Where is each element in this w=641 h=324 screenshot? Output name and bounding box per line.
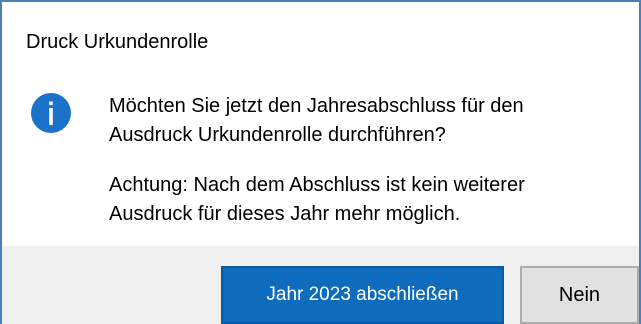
dialog-title: Druck Urkundenrolle [26, 31, 209, 53]
message-line: Ausdruck Urkundenrolle durchführen? [109, 124, 446, 146]
dialog-message: Möchten Sie jetzt den Jahresabschluss fü… [109, 92, 609, 229]
dialog-titlebar: Druck Urkundenrolle [2, 2, 639, 74]
warning-line: Achtung: Nach dem Abschluss ist kein wei… [109, 174, 525, 196]
warning-line: Ausdruck für dieses Jahr mehr möglich. [109, 203, 461, 225]
dialog-button-bar: Jahr 2023 abschließen Nein [2, 246, 639, 324]
dialog-content: Möchten Sie jetzt den Jahresabschluss fü… [2, 74, 639, 246]
info-icon [31, 93, 71, 133]
message-dialog: Druck Urkundenrolle Möchten Sie jetzt de… [0, 0, 641, 324]
message-line: Möchten Sie jetzt den Jahresabschluss fü… [109, 95, 524, 117]
confirm-close-year-button[interactable]: Jahr 2023 abschließen [221, 266, 504, 324]
no-button[interactable]: Nein [520, 266, 639, 324]
